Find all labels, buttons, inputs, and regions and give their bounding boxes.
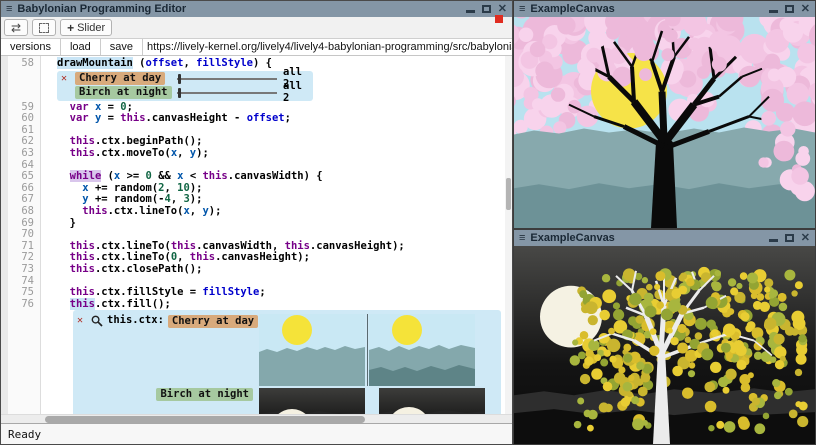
minimize-icon[interactable] <box>769 10 778 13</box>
example-row-cherry: ✕ Cherry at day all 2 <box>61 72 309 86</box>
maximize-icon[interactable] <box>785 234 794 242</box>
examples-widget: ✕ Cherry at day all 2 Birch at night all… <box>57 71 313 101</box>
canvas1-titlebar[interactable]: ≡ ExampleCanvas ✕ <box>514 1 815 17</box>
example-canvas-window-night: ≡ ExampleCanvas ✕ <box>513 229 816 445</box>
status-bar: Ready <box>1 423 512 444</box>
add-slider-label: Slider <box>77 22 105 34</box>
add-slider-button[interactable]: + Slider <box>60 19 112 36</box>
code-line[interactable]: 68 this.ctx.lineTo(x, y); <box>1 206 512 218</box>
horizontal-scrollbar-thumb[interactable] <box>45 416 365 423</box>
code-line[interactable]: 73 this.ctx.closePath(); <box>1 264 512 276</box>
babylonian-editor-window: ≡ Babylonian Programming Editor ✕ ⇄ + Sl… <box>0 0 513 445</box>
code-line[interactable]: 69 } <box>1 218 512 230</box>
maximize-icon[interactable] <box>785 5 794 13</box>
probe-night-row: Birch at night <box>77 388 501 414</box>
cherry-day-canvas <box>514 17 815 228</box>
probe-canvas-night-1 <box>259 388 365 414</box>
code-line[interactable]: 63 this.ctx.moveTo(x, y); <box>1 148 512 160</box>
code-line[interactable]: 75 this.ctx.fillStyle = fillStyle; <box>1 287 512 299</box>
swap-arrows-icon: ⇄ <box>11 23 21 33</box>
plus-icon: + <box>67 21 74 35</box>
maximize-icon[interactable] <box>482 5 491 13</box>
remove-probe-icon[interactable]: ✕ <box>77 314 87 328</box>
minimize-icon[interactable] <box>466 10 475 13</box>
vertical-scrollbar-thumb[interactable] <box>506 178 511 210</box>
example-row-birch: Birch at night all 2 <box>61 86 309 100</box>
close-icon[interactable]: ✕ <box>801 3 810 15</box>
status-text: Ready <box>8 428 41 441</box>
menu-icon[interactable]: ≡ <box>519 230 525 246</box>
slider-handle[interactable] <box>178 74 181 84</box>
menu-icon[interactable]: ≡ <box>519 1 525 17</box>
menu-icon[interactable]: ≡ <box>6 1 12 17</box>
probe-canvas-day-1 <box>259 314 365 386</box>
example-value-birch: all 2 <box>283 81 309 104</box>
probe-day-row: ✕ this.ctx: Cherry at day <box>77 314 501 386</box>
code-line[interactable]: 60 var y = this.canvasHeight - offset; <box>1 113 512 125</box>
canvas-column: ≡ ExampleCanvas ✕ <box>513 0 816 445</box>
file-url[interactable]: https://lively-kernel.org/lively4/lively… <box>143 39 512 55</box>
probe-tab-cherry[interactable]: Cherry at day <box>168 315 258 328</box>
editor-toolbar: ⇄ + Slider <box>1 17 512 39</box>
swap-button[interactable]: ⇄ <box>4 19 28 36</box>
example-chip-cherry[interactable]: Cherry at day <box>75 72 165 85</box>
versions-button[interactable]: versions <box>1 39 61 55</box>
probe-canvas-night-2 <box>379 388 485 414</box>
probe-tab-birch[interactable]: Birch at night <box>156 388 253 401</box>
probe-widget: ✕ this.ctx: Cherry at day <box>73 310 501 414</box>
probe-expression: this.ctx: <box>107 315 164 327</box>
code-line[interactable]: 76 this.ctx.fill(); <box>1 299 512 311</box>
probe-canvas-day-2 <box>369 314 475 386</box>
editor-titlebar[interactable]: ≡ Babylonian Programming Editor ✕ <box>1 1 512 17</box>
editor-title: Babylonian Programming Editor <box>17 3 186 15</box>
example-canvas-window-day: ≡ ExampleCanvas ✕ <box>513 0 816 229</box>
canvas1-title: ExampleCanvas <box>530 3 614 15</box>
example-slider-cherry[interactable] <box>177 74 277 84</box>
canvas2-title: ExampleCanvas <box>530 232 614 244</box>
minimize-icon[interactable] <box>769 239 778 242</box>
example-chip-birch[interactable]: Birch at night <box>75 86 172 99</box>
slider-handle[interactable] <box>178 88 181 98</box>
save-button[interactable]: save <box>101 39 143 55</box>
horizontal-scrollbar[interactable] <box>1 414 512 423</box>
code-line[interactable]: 58drawMountain (offset, fillStyle) { <box>1 58 512 70</box>
update-indicator <box>495 15 503 23</box>
selection-icon <box>39 23 49 33</box>
close-icon[interactable]: ✕ <box>498 3 507 15</box>
remove-examples-icon[interactable]: ✕ <box>61 72 71 86</box>
vertical-scrollbar[interactable] <box>505 56 512 414</box>
selection-button[interactable] <box>32 19 56 36</box>
editor-navrow: versions load save https://lively-kernel… <box>1 39 512 56</box>
canvas2-titlebar[interactable]: ≡ ExampleCanvas ✕ <box>514 230 815 246</box>
birch-night-canvas <box>514 246 815 444</box>
close-icon[interactable]: ✕ <box>801 232 810 244</box>
load-button[interactable]: load <box>61 39 101 55</box>
example-slider-birch[interactable] <box>177 88 277 98</box>
magnifier-icon <box>91 315 103 327</box>
code-editor[interactable]: 58drawMountain (offset, fillStyle) { ✕ C… <box>1 56 512 414</box>
